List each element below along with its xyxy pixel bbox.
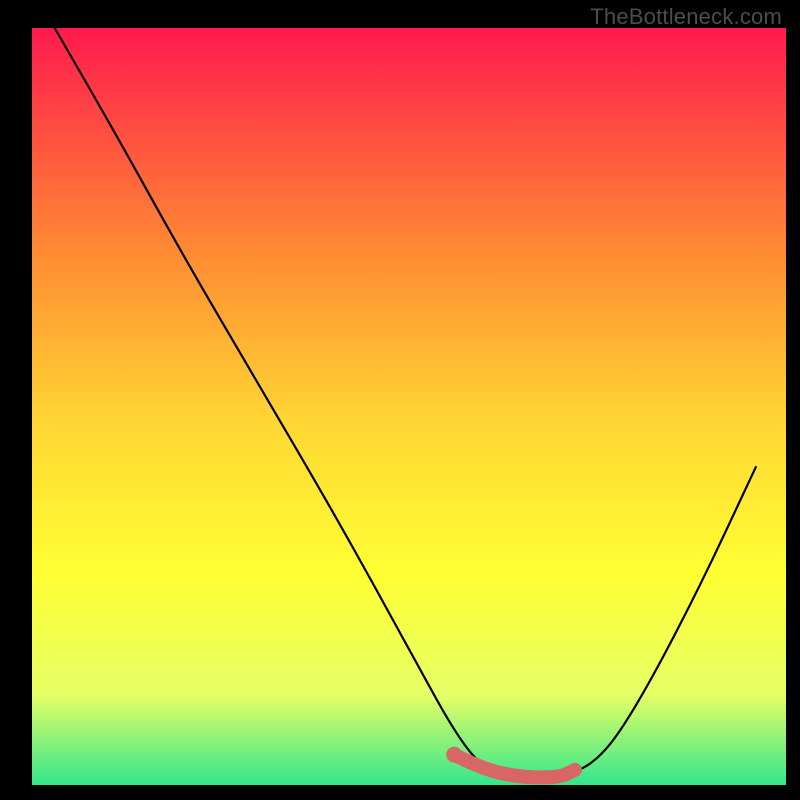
bottleneck-chart xyxy=(0,0,800,800)
watermark-text: TheBottleneck.com xyxy=(590,4,782,30)
optimal-range-start-dot xyxy=(446,747,462,763)
gradient-background xyxy=(32,28,786,785)
chart-container: { "watermark": "TheBottleneck.com", "col… xyxy=(0,0,800,800)
